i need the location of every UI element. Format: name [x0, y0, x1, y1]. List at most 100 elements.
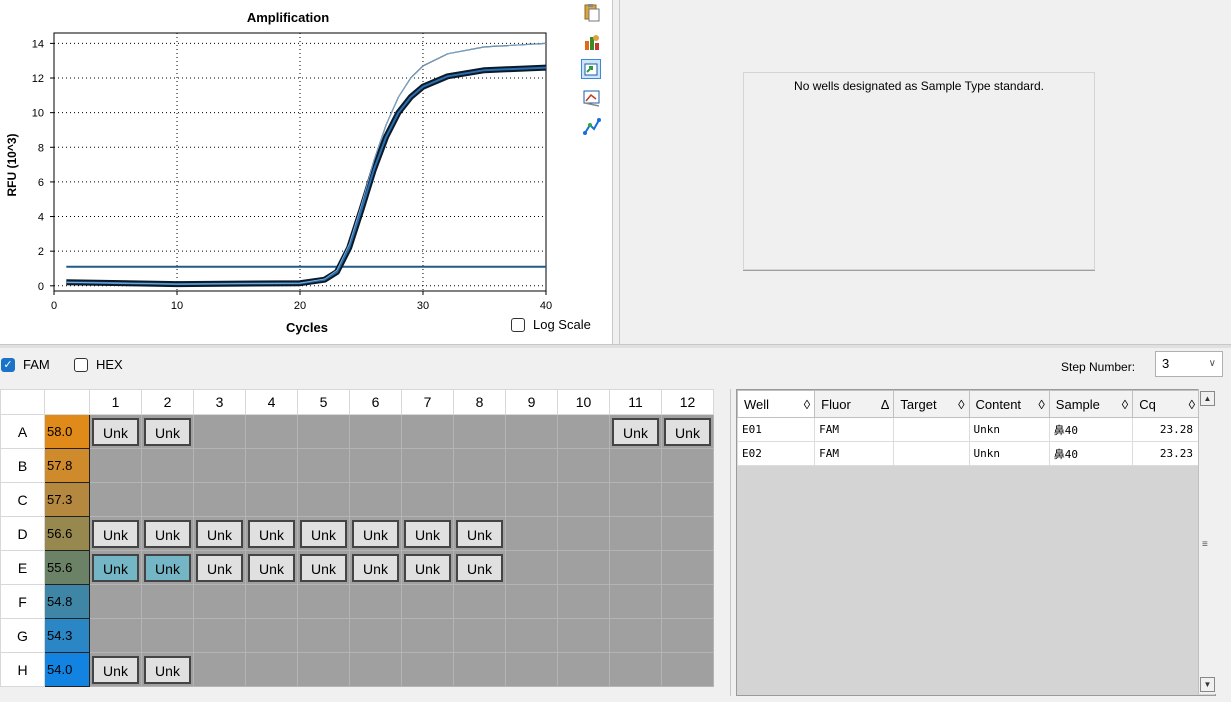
plate-row-header[interactable]: G: [0, 618, 45, 653]
plate-well[interactable]: Unk: [141, 414, 194, 449]
well-content-label[interactable]: Unk: [456, 519, 503, 548]
plate-well[interactable]: [193, 448, 246, 483]
plate-well[interactable]: [245, 618, 298, 653]
plate-well[interactable]: Unk: [193, 516, 246, 551]
cell-fluor[interactable]: FAM: [814, 417, 895, 442]
plate-well[interactable]: [505, 584, 558, 619]
plate-column-header[interactable]: 1: [89, 389, 142, 415]
plate-row-header[interactable]: H: [0, 652, 45, 687]
plate-well[interactable]: [349, 652, 402, 687]
plate-well[interactable]: [401, 448, 454, 483]
column-header-well[interactable]: Well ◊: [736, 390, 816, 418]
plate-well[interactable]: Unk: [89, 652, 142, 687]
plate-well[interactable]: [245, 448, 298, 483]
results-scrollbar[interactable]: ▲ ≡ ▼: [1198, 389, 1216, 694]
plate-well[interactable]: [193, 482, 246, 517]
plate-well[interactable]: [245, 652, 298, 687]
column-header-content[interactable]: Content ◊: [968, 390, 1050, 418]
plate-well[interactable]: [453, 652, 506, 687]
plate-column-header[interactable]: 6: [349, 389, 402, 415]
plate-well[interactable]: [609, 516, 662, 551]
well-content-label[interactable]: Unk: [196, 553, 243, 582]
sort-icon[interactable]: ◊: [1122, 397, 1132, 412]
plate-well[interactable]: [557, 414, 610, 449]
plate-row-header[interactable]: B: [0, 448, 45, 483]
cell-content[interactable]: Unkn: [968, 417, 1050, 442]
cell-target[interactable]: [893, 441, 970, 466]
plate-well[interactable]: [609, 618, 662, 653]
table-row[interactable]: E01 FAM Unkn 鼻40 23.28: [736, 417, 1200, 442]
sort-icon[interactable]: ◊: [804, 397, 814, 412]
plate-well[interactable]: [661, 516, 714, 551]
well-content-label[interactable]: Unk: [300, 553, 347, 582]
plate-column-header[interactable]: 8: [453, 389, 506, 415]
plate-well[interactable]: [245, 584, 298, 619]
plate-column-header[interactable]: 2: [141, 389, 194, 415]
plate-column-header[interactable]: 3: [193, 389, 246, 415]
trace-styles-icon[interactable]: [582, 117, 602, 137]
table-row[interactable]: E02 FAM Unkn 鼻40 23.23: [736, 441, 1200, 466]
plate-well[interactable]: [141, 618, 194, 653]
scroll-grip-icon[interactable]: ≡: [1202, 539, 1208, 550]
plate-column-header[interactable]: 5: [297, 389, 350, 415]
plate-well[interactable]: [89, 482, 142, 517]
plate-well[interactable]: [193, 652, 246, 687]
plate-well[interactable]: [401, 618, 454, 653]
well-content-label[interactable]: Unk: [92, 655, 139, 684]
cell-fluor[interactable]: FAM: [814, 441, 895, 466]
plate-well[interactable]: [89, 618, 142, 653]
plate-well[interactable]: [505, 414, 558, 449]
plate-well[interactable]: [557, 448, 610, 483]
well-content-label[interactable]: Unk: [352, 519, 399, 548]
plate-well[interactable]: Unk: [141, 652, 194, 687]
plate-row-header[interactable]: F: [0, 584, 45, 619]
plate-well[interactable]: [297, 448, 350, 483]
plate-well[interactable]: Unk: [297, 550, 350, 585]
well-content-label[interactable]: Unk: [144, 417, 191, 446]
column-header-fluor[interactable]: Fluor Δ: [814, 390, 895, 418]
plate-well[interactable]: [89, 584, 142, 619]
plate-well[interactable]: [453, 414, 506, 449]
plate-well[interactable]: [505, 652, 558, 687]
plate-well[interactable]: [557, 584, 610, 619]
clipboard-icon[interactable]: [582, 3, 602, 23]
plate-well[interactable]: Unk: [661, 414, 714, 449]
plate-well[interactable]: Unk: [401, 516, 454, 551]
plate-well[interactable]: [609, 652, 662, 687]
plate-well[interactable]: [661, 482, 714, 517]
chart-options-icon[interactable]: [582, 32, 602, 52]
plate-well[interactable]: Unk: [349, 516, 402, 551]
plate-well[interactable]: Unk: [349, 550, 402, 585]
plate-well[interactable]: [193, 414, 246, 449]
scroll-down-icon[interactable]: ▼: [1200, 677, 1215, 692]
plate-well[interactable]: [557, 550, 610, 585]
plate-well[interactable]: Unk: [609, 414, 662, 449]
plate-well[interactable]: [401, 652, 454, 687]
plate-well[interactable]: Unk: [401, 550, 454, 585]
cell-sample[interactable]: 鼻40: [1048, 441, 1134, 466]
plate-well[interactable]: [193, 618, 246, 653]
plate-well[interactable]: Unk: [245, 516, 298, 551]
column-header-target[interactable]: Target ◊: [893, 390, 970, 418]
plot-area[interactable]: 0 2 4 6 8 10 12 14 0 10 20 30 40: [32, 32, 552, 312]
plate-well[interactable]: [557, 516, 610, 551]
plate-well[interactable]: [297, 414, 350, 449]
well-content-label[interactable]: Unk: [144, 655, 191, 684]
plate-well[interactable]: [505, 516, 558, 551]
plate-row-header[interactable]: E: [0, 550, 45, 585]
plate-well[interactable]: [89, 448, 142, 483]
plate-column-header[interactable]: 7: [401, 389, 454, 415]
cell-well[interactable]: E01: [736, 417, 816, 442]
plate-row-header[interactable]: C: [0, 482, 45, 517]
plate-well[interactable]: [349, 414, 402, 449]
cell-content[interactable]: Unkn: [968, 441, 1050, 466]
plate-column-header[interactable]: 11: [609, 389, 662, 415]
well-content-label[interactable]: Unk: [92, 519, 139, 548]
plate-well[interactable]: [297, 584, 350, 619]
plate-well[interactable]: [505, 482, 558, 517]
plate-well[interactable]: [349, 618, 402, 653]
export-icon[interactable]: [581, 59, 601, 79]
scroll-up-icon[interactable]: ▲: [1200, 391, 1215, 406]
well-content-label[interactable]: Unk: [92, 553, 139, 582]
column-header-sample[interactable]: Sample ◊: [1048, 390, 1134, 418]
